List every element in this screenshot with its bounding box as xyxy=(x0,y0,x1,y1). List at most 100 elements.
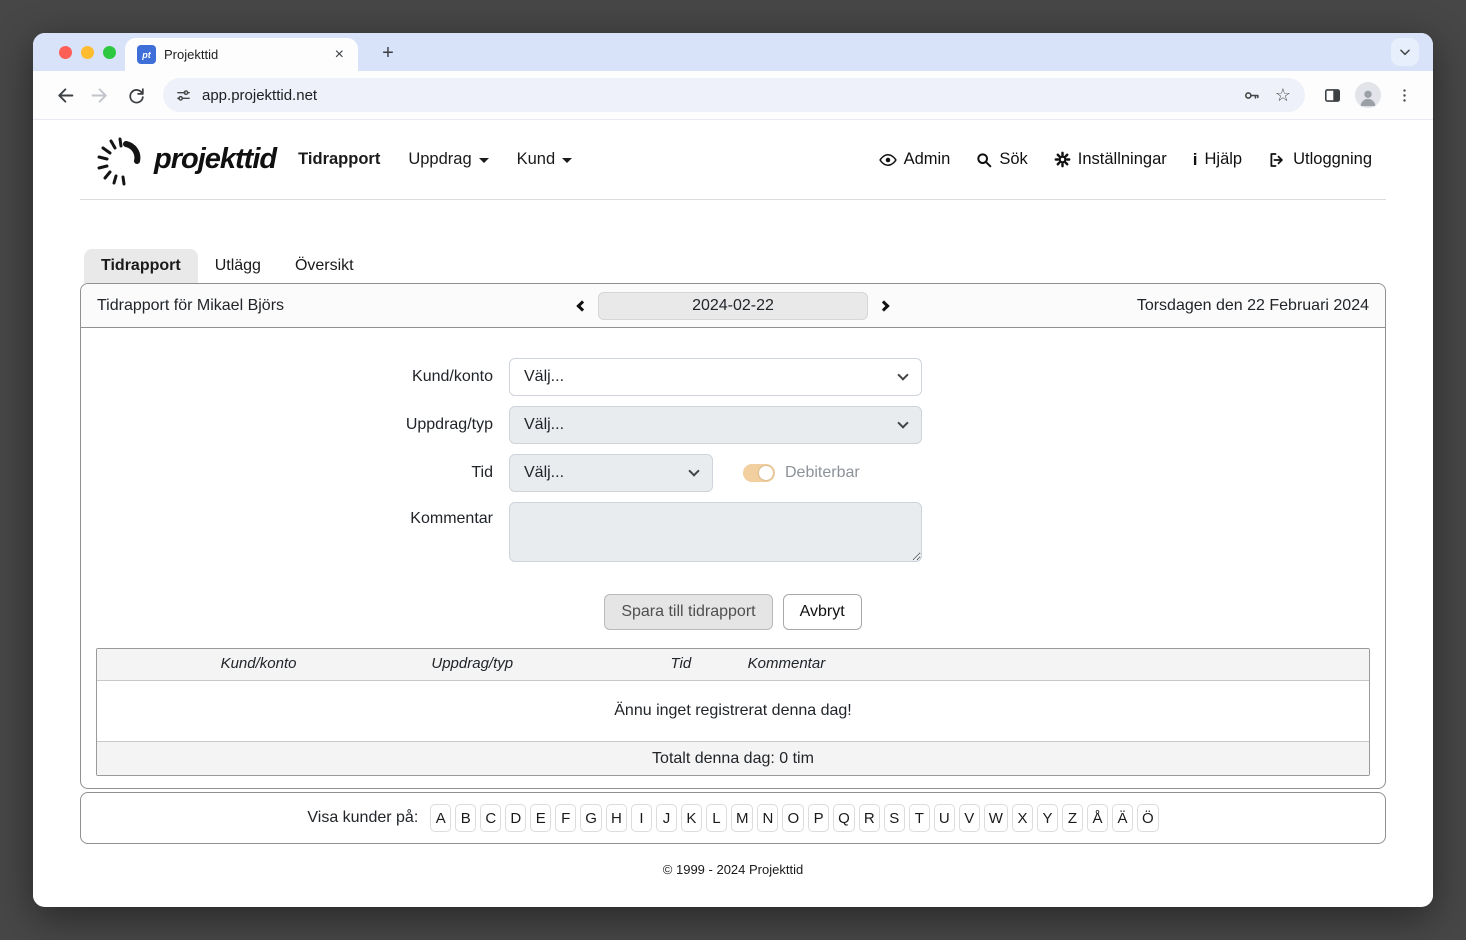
debiterbar-label: Debiterbar xyxy=(785,464,860,482)
tid-value: Välj... xyxy=(524,464,690,482)
chevron-down-icon xyxy=(897,369,908,380)
uppdrag-typ-select[interactable]: Välj... xyxy=(509,406,922,444)
bookmark-star-icon[interactable]: ☆ xyxy=(1275,86,1291,104)
nav-item-kund[interactable]: Kund xyxy=(517,150,573,169)
table-header-row: Kund/kontoUppdrag/typTidKommentar xyxy=(97,649,1369,681)
site-settings-icon[interactable] xyxy=(175,87,192,104)
letter-button-Y[interactable]: Y xyxy=(1037,804,1058,832)
letter-button-Ö[interactable]: Ö xyxy=(1137,804,1159,832)
letter-button-Å[interactable]: Å xyxy=(1087,804,1108,832)
side-panel-icon[interactable] xyxy=(1317,80,1347,110)
uppdrag-typ-value: Välj... xyxy=(524,416,899,434)
maximize-window-button[interactable] xyxy=(103,46,116,59)
letter-button-F[interactable]: F xyxy=(555,804,576,832)
logo-text: projekttid xyxy=(154,143,276,176)
browser-tab[interactable]: pt Projekttid × xyxy=(125,38,358,71)
letter-button-X[interactable]: X xyxy=(1012,804,1033,832)
letter-button-Ä[interactable]: Ä xyxy=(1112,804,1133,832)
date-input[interactable]: 2024-02-22 xyxy=(598,292,868,320)
tid-select[interactable]: Välj... xyxy=(509,454,713,492)
previous-day-icon[interactable] xyxy=(576,300,587,311)
letter-button-B[interactable]: B xyxy=(455,804,476,832)
app-logo[interactable]: projekttid xyxy=(94,129,276,191)
letter-button-G[interactable]: G xyxy=(580,804,602,832)
letter-button-P[interactable]: P xyxy=(808,804,829,832)
nav-item-tidrapport[interactable]: Tidrapport xyxy=(298,150,380,169)
letter-button-D[interactable]: D xyxy=(505,804,526,832)
debiterbar-toggle[interactable] xyxy=(743,464,775,482)
letter-button-C[interactable]: C xyxy=(480,804,501,832)
save-button[interactable]: Spara till tidrapport xyxy=(604,594,772,630)
panel-header: Tidrapport för Mikael Björs 2024-02-22 T… xyxy=(81,284,1385,328)
url-bar[interactable]: app.projekttid.net ☆ xyxy=(163,78,1305,112)
day-entries-table: Kund/kontoUppdrag/typTidKommentar Ännu i… xyxy=(96,648,1370,776)
search-icon xyxy=(976,152,992,168)
letter-button-N[interactable]: N xyxy=(757,804,778,832)
letter-button-J[interactable]: J xyxy=(656,804,677,832)
empty-message: Ännu inget registrerat denna dag! xyxy=(614,702,852,720)
action-hjälp[interactable]: iHjälp xyxy=(1193,150,1242,170)
new-tab-button[interactable]: + xyxy=(375,40,401,66)
tab-search-chevron-icon[interactable] xyxy=(1391,38,1419,66)
next-day-icon[interactable] xyxy=(878,300,889,311)
cancel-button[interactable]: Avbryt xyxy=(783,594,862,630)
app-header: projekttid Tidrapport Uppdrag Kund Admin Sö… xyxy=(80,120,1386,200)
kund-konto-value: Välj... xyxy=(524,368,899,386)
tab-översikt[interactable]: Översikt xyxy=(278,249,371,283)
tab-close-icon[interactable]: × xyxy=(331,45,348,65)
report-title: Tidrapport för Mikael Björs xyxy=(97,297,284,315)
letter-buttons: ABCDEFGHIJKLMNOPQRSTUVWXYZÅÄÖ xyxy=(430,804,1158,832)
chevron-down-icon xyxy=(688,465,699,476)
browser-toolbar: app.projekttid.net ☆ xyxy=(33,71,1433,120)
tab-utlägg[interactable]: Utlägg xyxy=(198,249,278,283)
form-buttons: Spara till tidrapport Avbryt xyxy=(81,594,1385,630)
caret-down-icon xyxy=(479,158,489,163)
letter-button-L[interactable]: L xyxy=(706,804,727,832)
info-icon: i xyxy=(1193,150,1198,170)
action-inställningar[interactable]: Inställningar xyxy=(1054,150,1167,169)
forward-icon[interactable] xyxy=(85,80,115,110)
letter-button-O[interactable]: O xyxy=(782,804,804,832)
url-text[interactable]: app.projekttid.net xyxy=(202,87,1232,104)
gear-icon xyxy=(1054,151,1071,168)
close-window-button[interactable] xyxy=(59,46,72,59)
nav-item-uppdrag[interactable]: Uppdrag xyxy=(408,150,488,169)
kommentar-label: Kommentar xyxy=(81,502,509,528)
eye-icon xyxy=(879,151,897,169)
letter-button-V[interactable]: V xyxy=(959,804,980,832)
kund-konto-select[interactable]: Välj... xyxy=(509,358,922,396)
column-header-kund-konto: Kund/konto xyxy=(221,655,297,672)
tab-tidrapport[interactable]: Tidrapport xyxy=(84,249,198,283)
table-empty-row: Ännu inget registrerat denna dag! xyxy=(97,681,1369,741)
profile-avatar[interactable] xyxy=(1353,80,1383,110)
letter-button-W[interactable]: W xyxy=(984,804,1008,832)
letter-button-U[interactable]: U xyxy=(934,804,955,832)
password-key-icon[interactable] xyxy=(1242,86,1261,105)
date-long-label: Torsdagen den 22 Februari 2024 xyxy=(1137,297,1369,315)
letter-button-H[interactable]: H xyxy=(606,804,627,832)
letter-button-M[interactable]: M xyxy=(731,804,754,832)
minimize-window-button[interactable] xyxy=(81,46,94,59)
letter-button-S[interactable]: S xyxy=(884,804,905,832)
reload-icon[interactable] xyxy=(121,80,151,110)
action-utloggning[interactable]: Utloggning xyxy=(1268,150,1372,169)
footer-copyright: © 1999 - 2024 Projekttid xyxy=(80,862,1386,877)
tid-label: Tid xyxy=(81,464,509,482)
tidrapport-panel: Tidrapport för Mikael Björs 2024-02-22 T… xyxy=(80,283,1386,789)
letter-button-A[interactable]: A xyxy=(430,804,451,832)
menu-dots-icon[interactable] xyxy=(1389,80,1419,110)
letter-button-I[interactable]: I xyxy=(631,804,652,832)
letter-button-Z[interactable]: Z xyxy=(1062,804,1083,832)
tab-title: Projekttid xyxy=(164,47,323,62)
kommentar-textarea[interactable] xyxy=(509,502,922,562)
letter-button-Q[interactable]: Q xyxy=(833,804,855,832)
back-icon[interactable] xyxy=(49,80,79,110)
action-sök[interactable]: Sök xyxy=(976,150,1027,169)
letter-button-R[interactable]: R xyxy=(859,804,880,832)
letter-button-E[interactable]: E xyxy=(530,804,551,832)
letter-button-K[interactable]: K xyxy=(681,804,702,832)
letter-button-T[interactable]: T xyxy=(909,804,930,832)
action-admin[interactable]: Admin xyxy=(879,150,951,169)
section-tabs: TidrapportUtläggÖversikt xyxy=(80,246,1386,283)
column-header-tid: Tid xyxy=(670,655,691,672)
